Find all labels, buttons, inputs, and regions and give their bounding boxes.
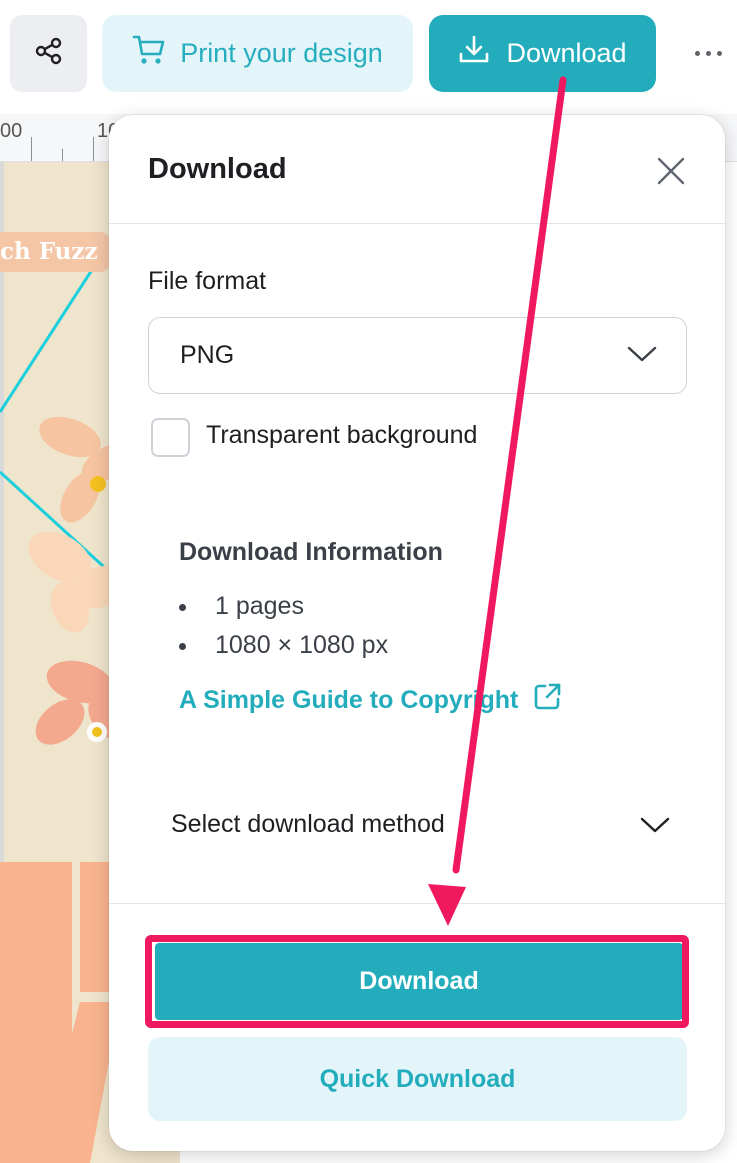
panel-divider bbox=[109, 223, 725, 224]
quick-download-button[interactable]: Quick Download bbox=[148, 1037, 687, 1121]
info-item-dimensions: 1080 × 1080 px bbox=[179, 626, 388, 665]
panel-title: Download bbox=[148, 153, 287, 185]
chevron-down-icon bbox=[626, 344, 658, 369]
external-link-icon bbox=[532, 682, 562, 719]
copyright-guide-label: A Simple Guide to Copyright bbox=[179, 686, 519, 714]
print-your-design-label: Print your design bbox=[180, 38, 383, 68]
ruler-tick bbox=[93, 137, 94, 161]
download-icon bbox=[458, 34, 490, 73]
download-toolbar-button[interactable]: Download bbox=[429, 15, 656, 92]
more-icon-dot bbox=[716, 50, 722, 56]
file-format-select[interactable]: PNG bbox=[148, 317, 687, 394]
share-button[interactable] bbox=[10, 15, 87, 92]
editor-toolbar: Print your design Download bbox=[0, 0, 737, 110]
panel-divider bbox=[109, 903, 725, 904]
copyright-guide-link[interactable]: A Simple Guide to Copyright bbox=[179, 682, 562, 719]
close-button[interactable] bbox=[649, 151, 693, 195]
cart-icon bbox=[132, 34, 166, 73]
download-button[interactable]: Download bbox=[155, 943, 683, 1020]
canvas-tag-text: ch Fuzz bbox=[0, 232, 110, 272]
more-options-button[interactable] bbox=[684, 32, 732, 74]
ruler-tick bbox=[31, 137, 32, 161]
close-icon bbox=[656, 156, 686, 191]
download-method-label: Select download method bbox=[171, 810, 445, 838]
transparent-background-label: Transparent background bbox=[206, 421, 478, 449]
share-icon bbox=[34, 36, 64, 71]
download-information-title: Download Information bbox=[179, 538, 443, 566]
file-format-value: PNG bbox=[180, 341, 235, 369]
transparent-background-checkbox[interactable] bbox=[151, 418, 190, 457]
info-item-pages: 1 pages bbox=[179, 587, 388, 626]
download-toolbar-label: Download bbox=[506, 38, 627, 68]
chevron-down-icon bbox=[639, 815, 671, 840]
more-icon bbox=[694, 50, 700, 56]
ruler-label: 00 bbox=[0, 120, 23, 142]
more-icon-dot bbox=[705, 50, 711, 56]
download-information-list: 1 pages 1080 × 1080 px bbox=[179, 587, 388, 665]
file-format-label: File format bbox=[148, 267, 267, 295]
print-your-design-button[interactable]: Print your design bbox=[102, 15, 413, 92]
download-panel: Download File format PNG Transparent bac… bbox=[109, 115, 725, 1151]
download-method-dropdown[interactable]: Select download method bbox=[171, 807, 671, 847]
ruler-tick bbox=[62, 149, 63, 161]
